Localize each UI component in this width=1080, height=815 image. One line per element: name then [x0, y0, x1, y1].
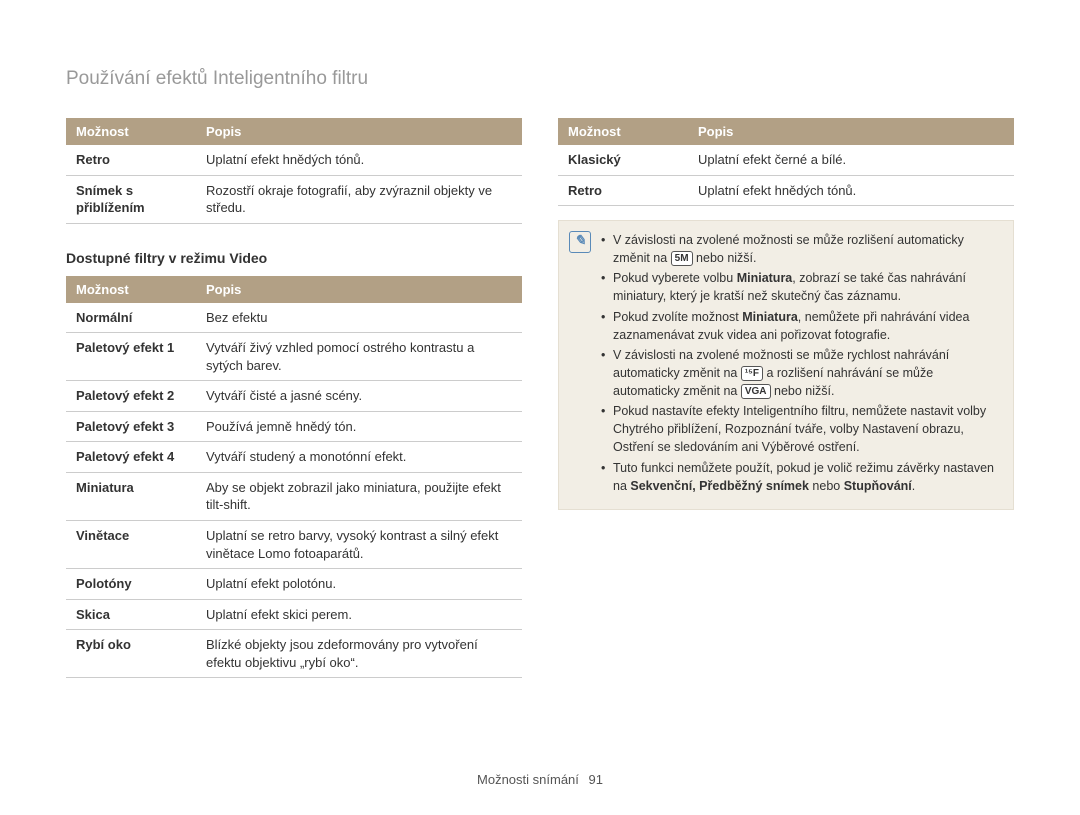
cell-option: Normální	[66, 303, 196, 333]
note-item: Pokud nastavíte efekty Inteligentního fi…	[601, 402, 1001, 456]
table-row: Paletový efekt 2Vytváří čisté a jasné sc…	[66, 381, 522, 412]
cell-desc: Používá jemně hnědý tón.	[196, 411, 522, 442]
right-column: Možnost Popis KlasickýUplatní efekt čern…	[558, 118, 1014, 678]
note-item: V závislosti na zvolené možnosti se může…	[601, 231, 1001, 267]
page-title: Používání efektů Inteligentního filtru	[66, 68, 1014, 90]
note-list: V závislosti na zvolené možnosti se může…	[601, 231, 1001, 497]
cell-option: Skica	[66, 599, 196, 630]
cell-option: Paletový efekt 4	[66, 442, 196, 473]
table-row: RetroUplatní efekt hnědých tónů.	[66, 145, 522, 175]
cell-option: Klasický	[558, 145, 688, 175]
note-box: ✎ V závislosti na zvolené možnosti se mů…	[558, 220, 1014, 510]
cell-option: Snímek s přiblížením	[66, 175, 196, 223]
badge-vga: VGA	[741, 384, 771, 399]
table-row: RetroUplatní efekt hnědých tónů.	[558, 175, 1014, 206]
cell-desc: Aby se objekt zobrazil jako miniatura, p…	[196, 472, 522, 520]
table-row: VinětaceUplatní se retro barvy, vysoký k…	[66, 521, 522, 569]
cell-desc: Rozostří okraje fotografií, aby zvýrazni…	[196, 175, 522, 223]
table-row: Paletový efekt 3Používá jemně hnědý tón.	[66, 411, 522, 442]
cell-option: Paletový efekt 3	[66, 411, 196, 442]
cell-desc: Vytváří čisté a jasné scény.	[196, 381, 522, 412]
table-top-left: Možnost Popis RetroUplatní efekt hnědých…	[66, 118, 522, 224]
cell-desc: Uplatní efekt černé a bílé.	[688, 145, 1014, 175]
cell-desc: Uplatní efekt skici perem.	[196, 599, 522, 630]
cell-option: Polotóny	[66, 569, 196, 600]
th-option: Možnost	[558, 118, 688, 145]
badge-5m: 5M	[671, 251, 693, 266]
cell-option: Paletový efekt 1	[66, 333, 196, 381]
cell-option: Vinětace	[66, 521, 196, 569]
note-item: Tuto funkci nemůžete použít, pokud je vo…	[601, 459, 1001, 495]
table-row: NormálníBez efektu	[66, 303, 522, 333]
th-desc: Popis	[196, 118, 522, 145]
table-row: Paletový efekt 4Vytváří studený a monotó…	[66, 442, 522, 473]
th-desc: Popis	[196, 276, 522, 303]
table-row: MiniaturaAby se objekt zobrazil jako min…	[66, 472, 522, 520]
cell-desc: Uplatní efekt hnědých tónů.	[196, 145, 522, 175]
cell-desc: Bez efektu	[196, 303, 522, 333]
left-column: Možnost Popis RetroUplatní efekt hnědých…	[66, 118, 522, 678]
table-row: Snímek s přiblíženímRozostří okraje foto…	[66, 175, 522, 223]
cell-option: Retro	[558, 175, 688, 206]
table-video: Možnost Popis NormálníBez efektuPaletový…	[66, 276, 522, 679]
cell-desc: Blízké objekty jsou zdeformovány pro vyt…	[196, 630, 522, 678]
page-footer: Možnosti snímání 91	[0, 772, 1080, 787]
th-desc: Popis	[688, 118, 1014, 145]
cell-option: Rybí oko	[66, 630, 196, 678]
table-row: Rybí okoBlízké objekty jsou zdeformovány…	[66, 630, 522, 678]
subhead-video: Dostupné filtry v režimu Video	[66, 250, 522, 266]
footer-section: Možnosti snímání	[477, 772, 579, 787]
cell-option: Retro	[66, 145, 196, 175]
note-item: Pokud zvolíte možnost Miniatura, nemůžet…	[601, 308, 1001, 344]
footer-page-number: 91	[589, 772, 603, 787]
table-row: KlasickýUplatní efekt černé a bílé.	[558, 145, 1014, 175]
note-icon: ✎	[569, 231, 591, 253]
note-item: V závislosti na zvolené možnosti se může…	[601, 346, 1001, 400]
table-top-right: Možnost Popis KlasickýUplatní efekt čern…	[558, 118, 1014, 206]
table-row: PolotónyUplatní efekt polotónu.	[66, 569, 522, 600]
table-row: Paletový efekt 1Vytváří živý vzhled pomo…	[66, 333, 522, 381]
th-option: Možnost	[66, 118, 196, 145]
badge-fps: ¹⁵F	[741, 366, 763, 381]
note-item: Pokud vyberete volbu Miniatura, zobrazí …	[601, 269, 1001, 305]
table-row: SkicaUplatní efekt skici perem.	[66, 599, 522, 630]
cell-desc: Uplatní efekt polotónu.	[196, 569, 522, 600]
th-option: Možnost	[66, 276, 196, 303]
cell-desc: Vytváří studený a monotónní efekt.	[196, 442, 522, 473]
cell-desc: Vytváří živý vzhled pomocí ostrého kontr…	[196, 333, 522, 381]
cell-option: Paletový efekt 2	[66, 381, 196, 412]
cell-option: Miniatura	[66, 472, 196, 520]
cell-desc: Uplatní efekt hnědých tónů.	[688, 175, 1014, 206]
cell-desc: Uplatní se retro barvy, vysoký kontrast …	[196, 521, 522, 569]
